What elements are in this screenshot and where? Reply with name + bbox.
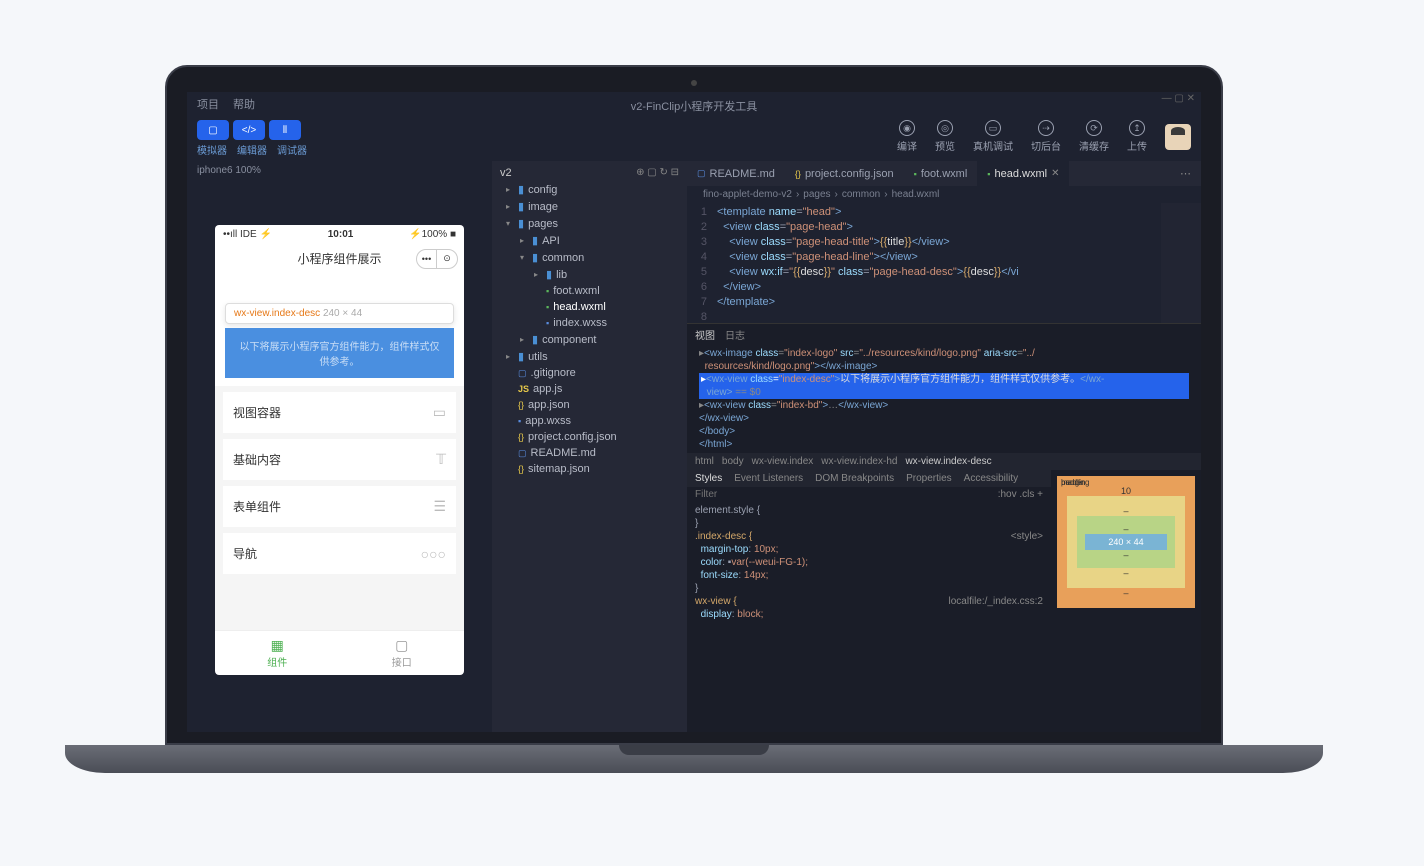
phone-preview: ••ıll IDE ⚡ 10:01 ⚡100% ■ 小程序组件展示 •••⊙ w… bbox=[215, 225, 464, 675]
inspect-tooltip: wx-view.index-desc 240 × 44 bbox=[225, 303, 454, 324]
list-item[interactable]: 视图容器▭ bbox=[223, 392, 456, 433]
devtools-panel: 视图 日志 ▸<wx-image class="index-logo" src=… bbox=[687, 323, 1201, 732]
laptop-frame: 项目 帮助 v2-FinClip小程序开发工具 — ▢ ✕ ▢ </> ⫴ 模拟… bbox=[165, 65, 1223, 785]
tab-component[interactable]: ▦组件 bbox=[215, 631, 340, 675]
preview-button[interactable]: ◎预览 bbox=[935, 120, 955, 153]
laptop-base bbox=[65, 745, 1323, 773]
folder[interactable]: ▾▮pages bbox=[492, 215, 687, 232]
dom-tree[interactable]: ▸<wx-image class="index-logo" src="../re… bbox=[687, 345, 1201, 453]
view-icon: ▭ bbox=[433, 404, 446, 421]
folder[interactable]: ▸▮image bbox=[492, 198, 687, 215]
more-icon[interactable]: ••• bbox=[417, 250, 437, 268]
code-editor[interactable]: 1<template name="head"> 2 <view class="p… bbox=[687, 203, 1201, 323]
toolbar: ▢ </> ⫴ 模拟器 编辑器 调试器 ◉编译 ◎预览 ▭真机调试 ⇢切后台 bbox=[187, 114, 1201, 161]
file[interactable]: ▪foot.wxml bbox=[492, 283, 687, 299]
devtab-view[interactable]: 视图 bbox=[695, 327, 715, 342]
text-icon: 𝕋 bbox=[436, 451, 446, 468]
file-active[interactable]: ▪head.wxml bbox=[492, 299, 687, 315]
folder[interactable]: ▸▮component bbox=[492, 331, 687, 348]
background-button[interactable]: ⇢切后台 bbox=[1031, 120, 1061, 153]
tab-api[interactable]: ▢接口 bbox=[340, 631, 465, 675]
clock: 10:01 bbox=[328, 229, 354, 240]
list-item[interactable]: 导航○○○ bbox=[223, 533, 456, 574]
device-label: iphone6 100% bbox=[187, 161, 492, 180]
project-root[interactable]: v2 bbox=[500, 167, 512, 179]
upload-button[interactable]: ↥上传 bbox=[1127, 120, 1147, 153]
accessibility-tab[interactable]: Accessibility bbox=[964, 473, 1018, 484]
clear-cache-button[interactable]: ⟳清缓存 bbox=[1079, 120, 1109, 153]
tab-foot[interactable]: ▪foot.wxml bbox=[904, 161, 978, 186]
file[interactable]: JSapp.js bbox=[492, 381, 687, 397]
file[interactable]: ▢.gitignore bbox=[492, 365, 687, 381]
dom-breakpoints-tab[interactable]: DOM Breakpoints bbox=[815, 473, 894, 484]
capsule[interactable]: •••⊙ bbox=[416, 249, 458, 269]
add-rule-icon[interactable]: + bbox=[1037, 489, 1043, 500]
avatar[interactable] bbox=[1165, 124, 1191, 150]
close-icon[interactable]: ✕ bbox=[1051, 168, 1059, 179]
minimap[interactable] bbox=[1161, 203, 1201, 323]
tabs-overflow[interactable]: ⋯ bbox=[1170, 161, 1201, 186]
hov-button[interactable]: :hov bbox=[998, 489, 1017, 500]
folder[interactable]: ▸▮config bbox=[492, 181, 687, 198]
file[interactable]: {}sitemap.json bbox=[492, 461, 687, 477]
signal: ••ıll IDE ⚡ bbox=[223, 229, 272, 240]
editor-tabs: ▢README.md {}project.config.json ▪foot.w… bbox=[687, 161, 1201, 186]
file[interactable]: {}project.config.json bbox=[492, 429, 687, 445]
highlighted-element[interactable]: 以下将展示小程序官方组件能力，组件样式仅供参考。 bbox=[225, 328, 454, 378]
properties-tab[interactable]: Properties bbox=[906, 473, 952, 484]
editor-panel: ▢README.md {}project.config.json ▪foot.w… bbox=[687, 161, 1201, 732]
api-icon: ▢ bbox=[346, 637, 459, 654]
styles-panel: Styles Event Listeners DOM Breakpoints P… bbox=[687, 470, 1051, 732]
tab-debugger[interactable]: 调试器 bbox=[277, 142, 307, 157]
styles-filter[interactable] bbox=[695, 489, 998, 500]
grid-icon: ▦ bbox=[221, 637, 334, 654]
folder[interactable]: ▸▮API bbox=[492, 232, 687, 249]
file[interactable]: {}app.json bbox=[492, 397, 687, 413]
tab-simulator-icon[interactable]: ▢ bbox=[197, 120, 229, 140]
box-model: margin10 border– padding– 240 × 44 – – – bbox=[1051, 470, 1201, 732]
form-icon: ☰ bbox=[433, 498, 446, 515]
folder[interactable]: ▾▮common bbox=[492, 249, 687, 266]
ide-window: 项目 帮助 v2-FinClip小程序开发工具 — ▢ ✕ ▢ </> ⫴ 模拟… bbox=[187, 92, 1201, 732]
cls-button[interactable]: .cls bbox=[1019, 489, 1034, 500]
remote-debug-button[interactable]: ▭真机调试 bbox=[973, 120, 1013, 153]
folder[interactable]: ▸▮lib bbox=[492, 266, 687, 283]
tab-pcj[interactable]: {}project.config.json bbox=[785, 161, 904, 186]
file-explorer: v2 ⊕ ▢ ↻ ⊟ ▸▮config ▸▮image ▾▮pages ▸▮AP… bbox=[492, 161, 687, 732]
folder[interactable]: ▸▮utils bbox=[492, 348, 687, 365]
compile-button[interactable]: ◉编译 bbox=[897, 120, 917, 153]
camera-dot bbox=[691, 80, 697, 86]
tab-readme[interactable]: ▢README.md bbox=[687, 161, 785, 186]
tab-editor-icon[interactable]: </> bbox=[233, 120, 265, 140]
styles-tab[interactable]: Styles bbox=[695, 473, 722, 484]
file[interactable]: ▪app.wxss bbox=[492, 413, 687, 429]
tab-simulator[interactable]: 模拟器 bbox=[197, 142, 227, 157]
devtab-log[interactable]: 日志 bbox=[725, 327, 745, 342]
breadcrumb[interactable]: fino-applet-demo-v2›pages›common›head.wx… bbox=[687, 186, 1201, 203]
list-item[interactable]: 基础内容𝕋 bbox=[223, 439, 456, 480]
app-title: 小程序组件展示 bbox=[297, 250, 381, 267]
file[interactable]: ▪index.wxss bbox=[492, 315, 687, 331]
file[interactable]: ▢README.md bbox=[492, 445, 687, 461]
window-title: v2-FinClip小程序开发工具 bbox=[187, 98, 1201, 114]
close-icon[interactable]: ⊙ bbox=[437, 250, 457, 268]
tab-editor[interactable]: 编辑器 bbox=[237, 142, 267, 157]
battery: ⚡100% ■ bbox=[409, 229, 456, 240]
event-listeners-tab[interactable]: Event Listeners bbox=[734, 473, 803, 484]
css-rules[interactable]: element.style { } .index-desc {<style> m… bbox=[687, 502, 1051, 623]
component-list: 视图容器▭ 基础内容𝕋 表单组件☰ 导航○○○ bbox=[215, 386, 464, 630]
devtools-tabs: 视图 日志 bbox=[687, 324, 1201, 345]
tab-head[interactable]: ▪head.wxml✕ bbox=[977, 161, 1069, 186]
list-item[interactable]: 表单组件☰ bbox=[223, 486, 456, 527]
simulator-panel: iphone6 100% ••ıll IDE ⚡ 10:01 ⚡100% ■ 小… bbox=[187, 161, 492, 732]
tab-bar: ▦组件 ▢接口 bbox=[215, 630, 464, 675]
tab-debugger-icon[interactable]: ⫴ bbox=[269, 120, 301, 140]
tree-actions[interactable]: ⊕ ▢ ↻ ⊟ bbox=[636, 167, 679, 179]
bezel: 项目 帮助 v2-FinClip小程序开发工具 — ▢ ✕ ▢ </> ⫴ 模拟… bbox=[165, 65, 1223, 745]
nav-icon: ○○○ bbox=[421, 546, 446, 562]
dom-path[interactable]: htmlbody wx-view.indexwx-view.index-hd w… bbox=[687, 453, 1201, 470]
app-header: 小程序组件展示 •••⊙ bbox=[215, 244, 464, 273]
window-controls[interactable]: — ▢ ✕ bbox=[1162, 93, 1195, 104]
status-bar: ••ıll IDE ⚡ 10:01 ⚡100% ■ bbox=[215, 225, 464, 244]
